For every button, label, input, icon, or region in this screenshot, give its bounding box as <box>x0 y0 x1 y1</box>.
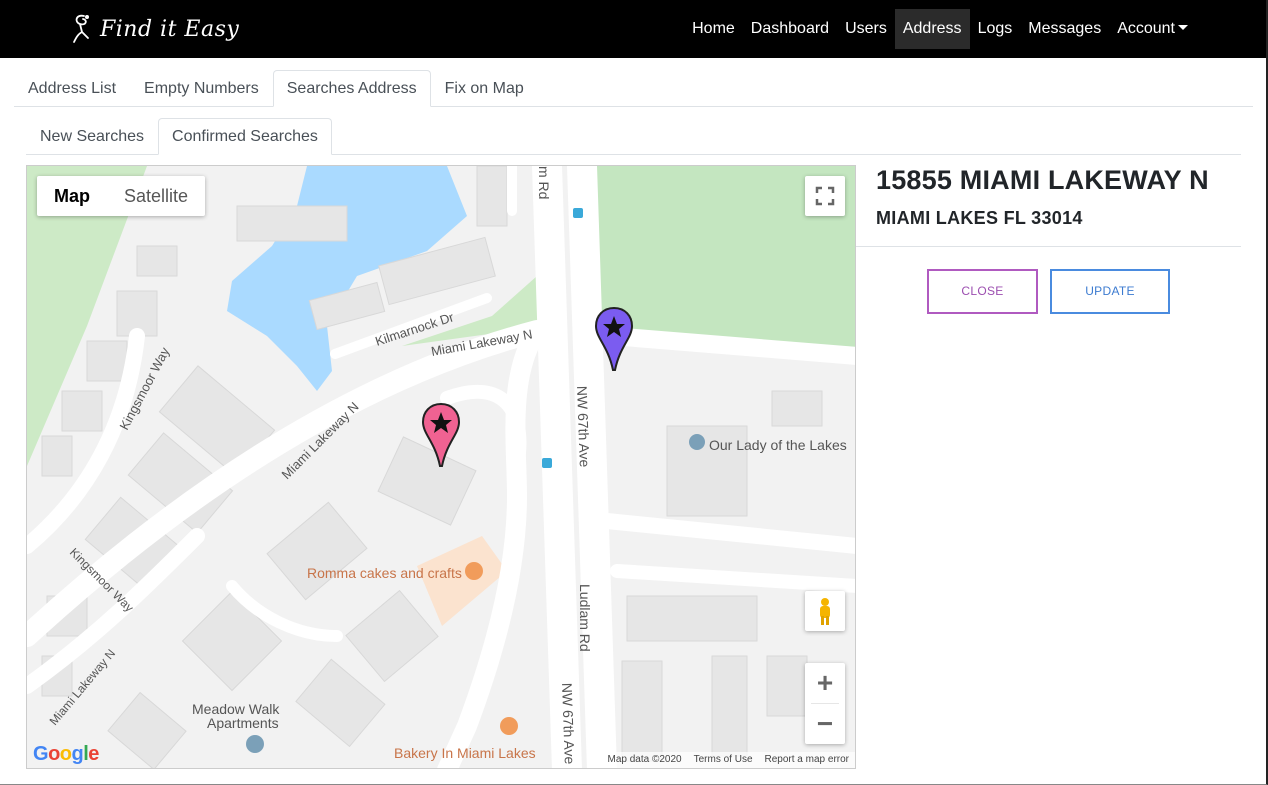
zoom-in-button[interactable]: + <box>805 663 845 703</box>
nav-messages[interactable]: Messages <box>1020 9 1109 49</box>
church-poi-icon[interactable] <box>689 434 705 450</box>
label-nw67-top: NW 67th Ave <box>574 386 593 468</box>
map-type-switcher: Map Satellite <box>37 176 206 216</box>
close-button[interactable]: CLOSE <box>927 269 1038 314</box>
tab-empty-numbers[interactable]: Empty Numbers <box>130 70 273 107</box>
terms-of-use-link[interactable]: Terms of Use <box>694 752 753 768</box>
address-line-2: MIAMI LAKES FL 33014 <box>876 208 1083 228</box>
secondary-tabs: New Searches Confirmed Searches <box>26 118 1241 155</box>
label-bakery: Bakery In Miami Lakes <box>394 745 536 761</box>
bakery-poi-icon[interactable] <box>500 717 518 735</box>
nav-dashboard[interactable]: Dashboard <box>743 9 837 49</box>
label-meadow-walk-2: Apartments <box>207 715 279 731</box>
tab-new-searches[interactable]: New Searches <box>26 118 158 155</box>
map-view[interactable]: Kilmarnock Dr Miami Lakeway N Kingsmoor … <box>26 165 856 769</box>
label-our-lady: Our Lady of the Lakes <box>709 437 847 453</box>
pegman-icon <box>820 598 830 625</box>
main-nav: Home Dashboard Users Address Logs Messag… <box>684 9 1196 49</box>
zoom-control: + − <box>805 663 845 744</box>
primary-tabs: Address List Empty Numbers Searches Addr… <box>14 70 1253 107</box>
tab-searches-address[interactable]: Searches Address <box>272 70 431 107</box>
fullscreen-icon <box>815 186 835 206</box>
caret-down-icon <box>1178 25 1188 30</box>
nav-address[interactable]: Address <box>894 9 970 49</box>
street-view-pegman[interactable] <box>805 591 845 631</box>
purple-star-marker-icon[interactable] <box>594 306 634 372</box>
apartments-poi-icon[interactable] <box>246 735 264 753</box>
nav-account-label: Account <box>1117 20 1175 37</box>
label-nw67-bottom: NW 67th Ave <box>559 683 578 765</box>
label-ludlam-top: m Rd <box>536 166 552 199</box>
tab-address-list[interactable]: Address List <box>14 70 130 107</box>
map-type-satellite-button[interactable]: Satellite <box>107 176 205 216</box>
pink-star-marker-icon[interactable] <box>421 402 461 468</box>
address-line-1: 15855 MIAMI LAKEWAY N <box>876 165 1209 195</box>
restaurant-poi-icon[interactable] <box>465 562 483 580</box>
bus-stop-icon[interactable] <box>573 208 583 218</box>
zoom-out-button[interactable]: − <box>805 704 845 744</box>
nav-account-dropdown[interactable]: Account <box>1109 9 1196 49</box>
map-type-map-button[interactable]: Map <box>37 176 107 216</box>
report-map-error-link[interactable]: Report a map error <box>765 752 849 768</box>
nav-users[interactable]: Users <box>837 9 895 49</box>
bus-stop-icon[interactable] <box>542 458 552 468</box>
nav-logs[interactable]: Logs <box>970 9 1021 49</box>
tab-fix-on-map[interactable]: Fix on Map <box>431 70 538 107</box>
brand-name: Find it Easy <box>100 16 240 42</box>
brand[interactable]: Find it Easy <box>70 12 239 46</box>
update-button[interactable]: UPDATE <box>1050 269 1170 314</box>
map-data-credit: Map data ©2020 <box>607 754 682 765</box>
map-attribution: Map data ©2020 Terms of Use Report a map… <box>601 752 855 768</box>
divider <box>856 246 1241 247</box>
label-ludlam: Ludlam Rd <box>577 584 593 652</box>
fullscreen-button[interactable] <box>805 176 845 216</box>
label-romma: Romma cakes and crafts <box>307 565 462 581</box>
tab-confirmed-searches[interactable]: Confirmed Searches <box>158 118 332 155</box>
google-logo[interactable]: Google <box>33 743 99 766</box>
brand-logo-icon <box>73 14 89 43</box>
nav-home[interactable]: Home <box>684 9 743 49</box>
top-navbar: Find it Easy Home Dashboard Users Addres… <box>0 0 1266 58</box>
